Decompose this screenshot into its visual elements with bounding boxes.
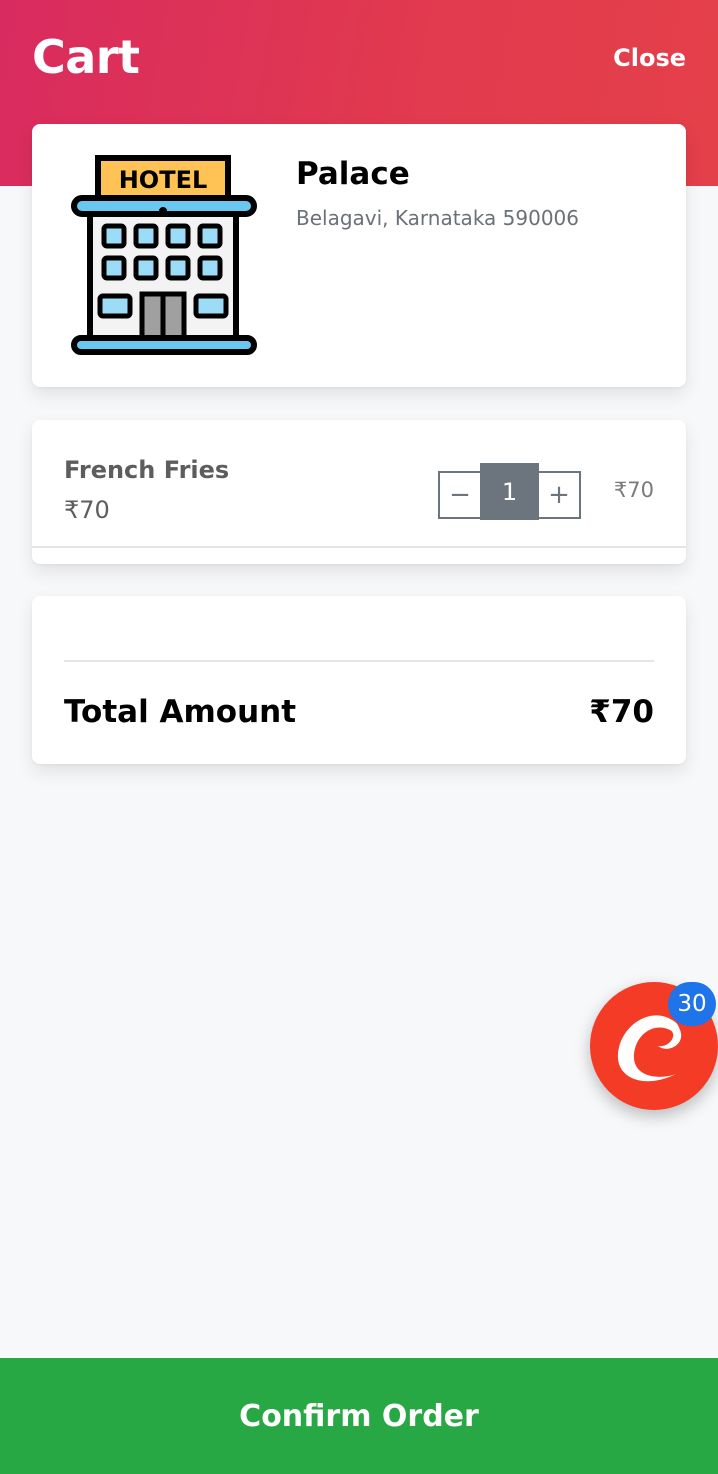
item-unit-price: ₹70 (64, 496, 110, 524)
divider (64, 660, 654, 662)
total-card: Total Amount ₹70 (32, 596, 686, 764)
total-label: Total Amount (64, 694, 297, 730)
decrement-button[interactable]: − (440, 473, 480, 517)
hotel-building-icon: HOTEL (71, 155, 257, 355)
hotel-sign-text: HOTEL (119, 166, 208, 194)
restaurant-card: HOTEL Palace Belagavi, Karnataka 590006 (32, 124, 686, 387)
notification-badge: 30 (668, 982, 716, 1026)
divider (32, 546, 686, 548)
restaurant-name: Palace (296, 156, 410, 192)
increment-button[interactable]: + (539, 473, 579, 517)
cart-item-card: French Fries ₹70 − 1 + ₹70 (32, 420, 686, 564)
restaurant-address: Belagavi, Karnataka 590006 (296, 206, 580, 230)
total-value: ₹70 (589, 694, 654, 730)
confirm-order-button[interactable]: Confirm Order (0, 1358, 718, 1474)
item-line-total: ₹70 (613, 478, 654, 502)
close-button[interactable]: Close (613, 44, 686, 72)
quantity-value: 1 (480, 463, 539, 520)
item-name: French Fries (64, 456, 230, 484)
page-title: Cart (32, 30, 140, 84)
quantity-stepper: − 1 + (438, 463, 581, 520)
